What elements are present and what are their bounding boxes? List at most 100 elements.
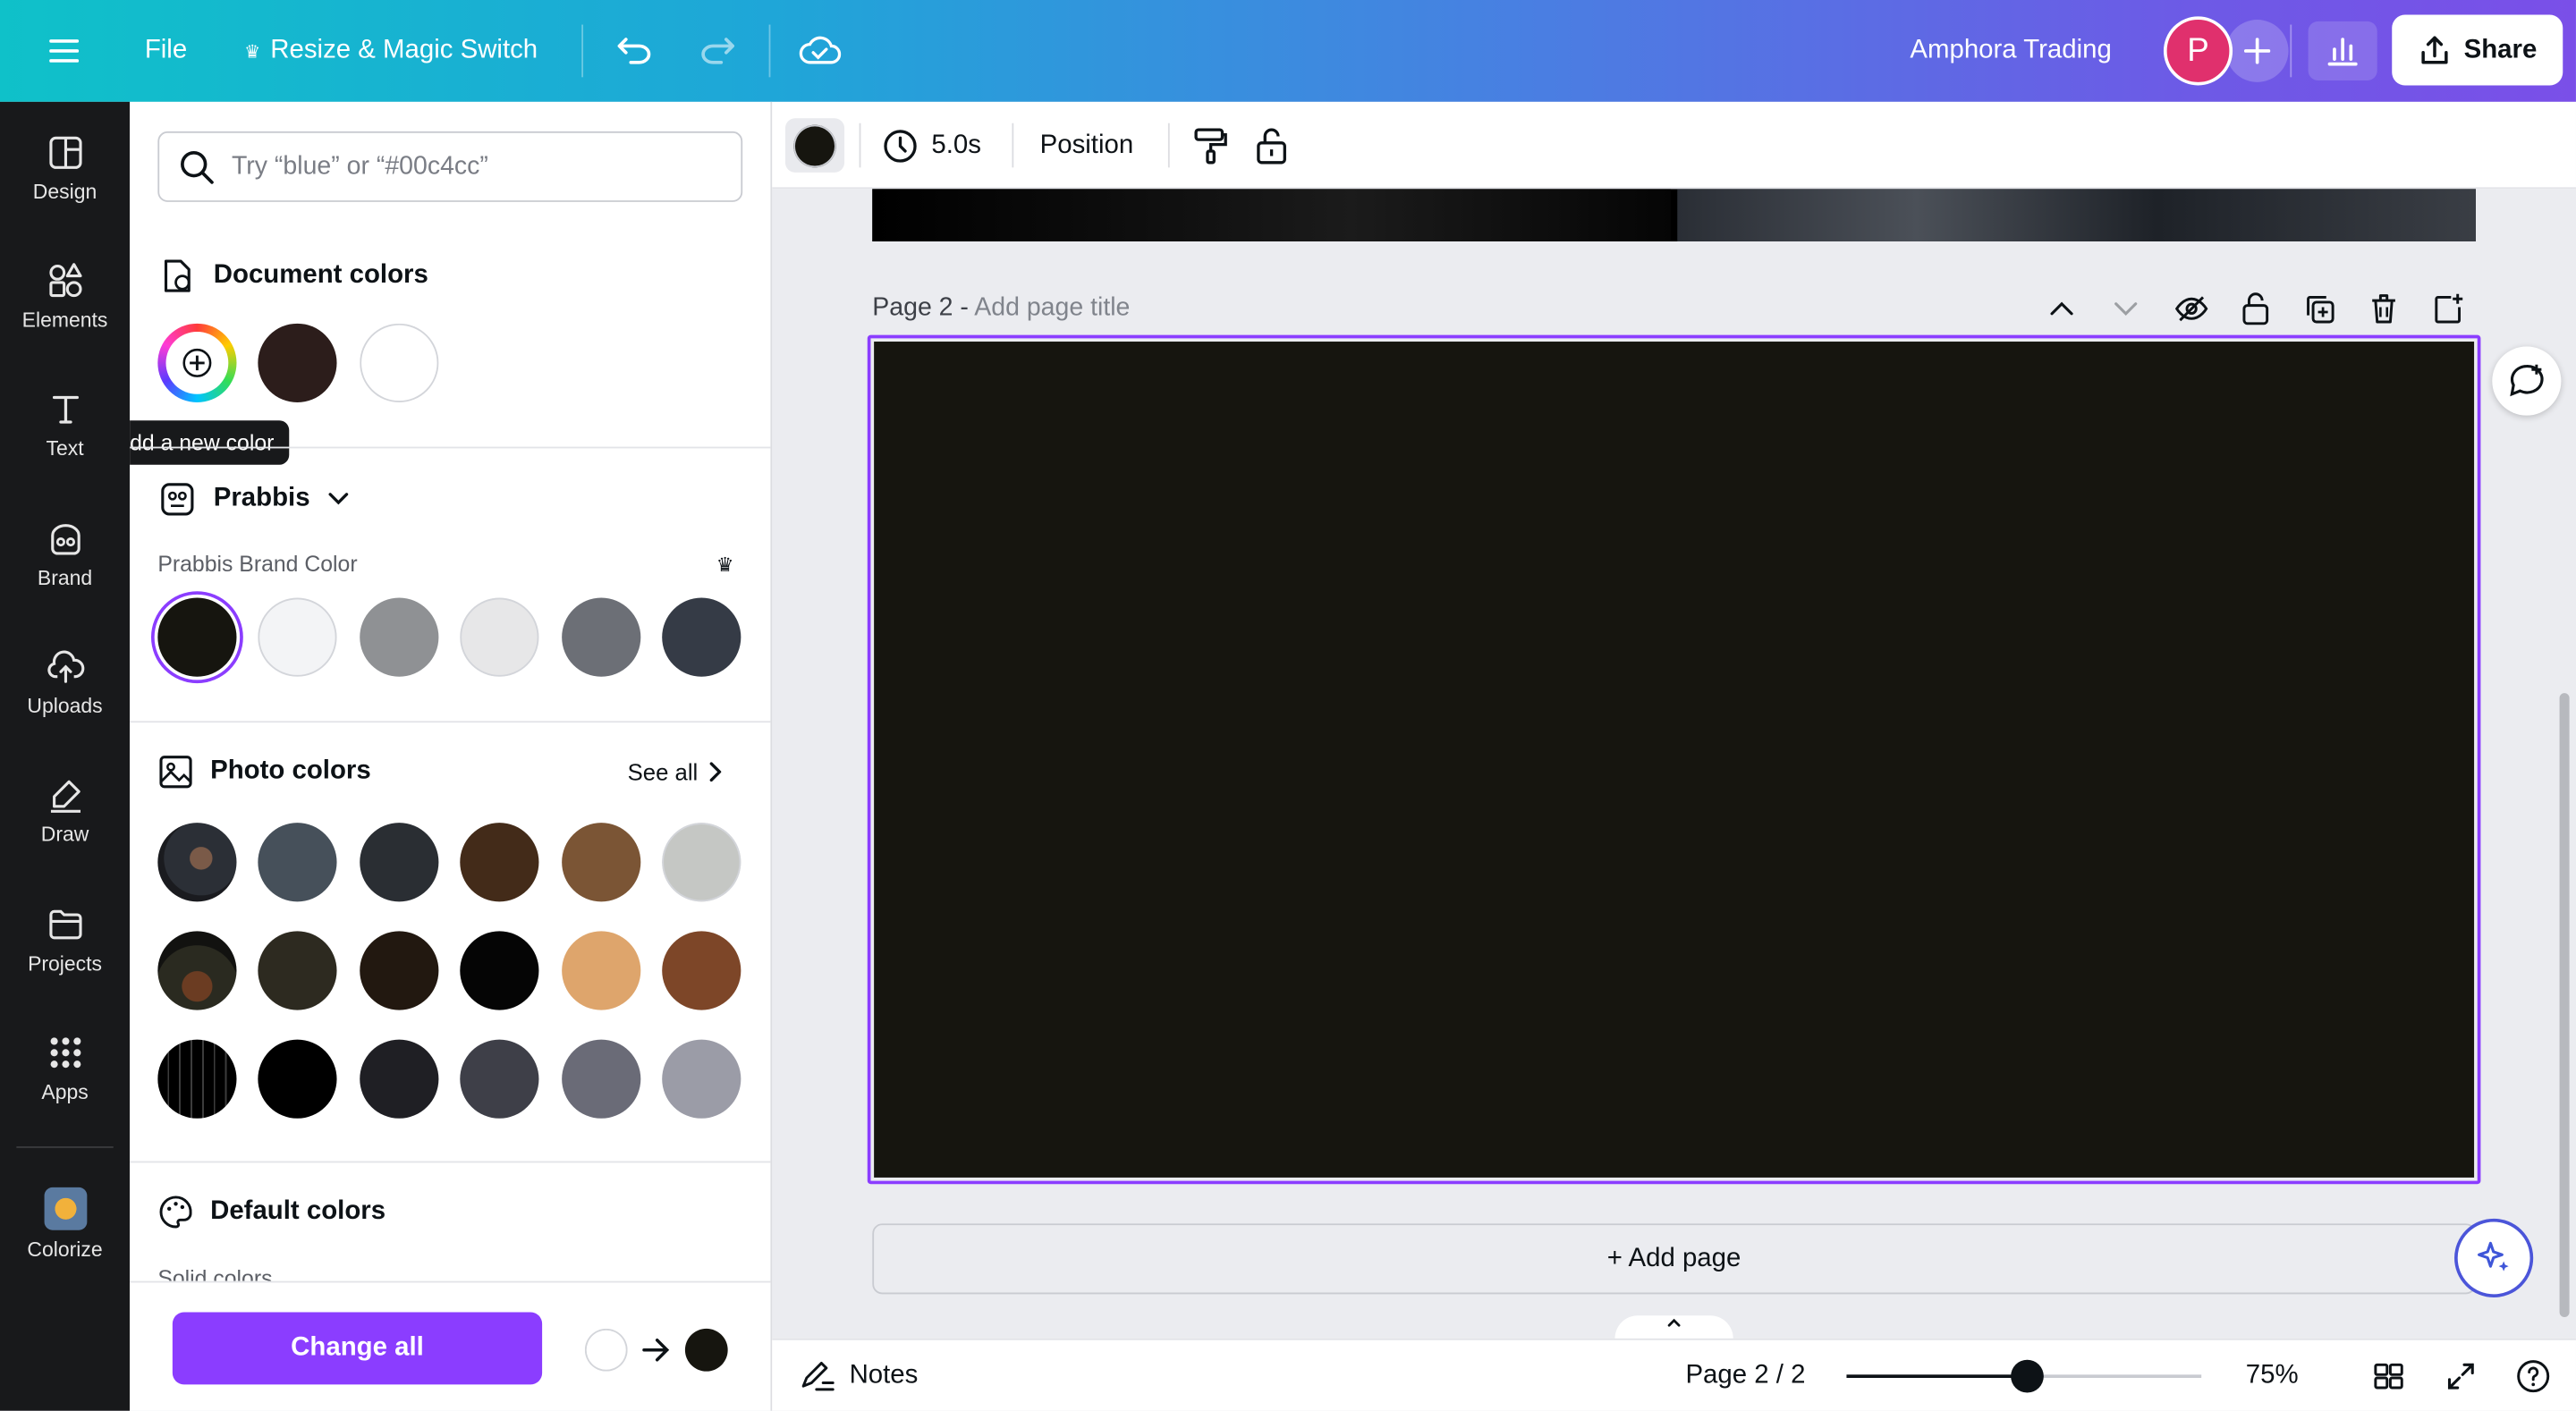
- color-search-input[interactable]: Try “blue” or “#00c4cc”: [157, 131, 743, 202]
- brand-color-swatch[interactable]: [460, 597, 539, 677]
- invite-button[interactable]: [2225, 20, 2289, 82]
- help-button[interactable]: [2515, 1356, 2551, 1396]
- zoom-slider[interactable]: [1846, 1359, 2202, 1393]
- photo-color-swatch[interactable]: [662, 931, 741, 1010]
- page-title-input[interactable]: Add page title: [974, 294, 1130, 322]
- duplicate-icon[interactable]: [2303, 292, 2336, 325]
- left-rail: Design Elements Text Brand Uploads Draw …: [0, 101, 131, 1411]
- rail-item-colorize[interactable]: Colorize: [0, 1166, 130, 1281]
- photo-color-swatch[interactable]: [460, 931, 539, 1010]
- rail-item-elements[interactable]: Elements: [0, 238, 130, 353]
- rail-label: Colorize: [27, 1237, 103, 1261]
- rail-item-projects[interactable]: Projects: [0, 882, 130, 997]
- save-status-button[interactable]: [789, 21, 852, 80]
- photo-thumbnail[interactable]: [157, 1039, 237, 1119]
- document-color-swatch[interactable]: [258, 323, 337, 402]
- grid-view-icon: [2374, 1363, 2403, 1390]
- magic-assistant-button[interactable]: [2454, 1218, 2534, 1297]
- rail-item-draw[interactable]: Draw: [0, 752, 130, 867]
- photo-color-swatch[interactable]: [460, 823, 539, 902]
- photo-color-swatch[interactable]: [662, 1039, 741, 1119]
- undo-button[interactable]: [603, 21, 665, 80]
- background-color-button[interactable]: [784, 118, 845, 173]
- page-2-background[interactable]: [874, 342, 2475, 1178]
- zoom-percent[interactable]: 75%: [2246, 1356, 2299, 1396]
- zoom-slider-handle[interactable]: [2011, 1359, 2045, 1393]
- unlock-icon: [1257, 127, 1286, 164]
- notes-button[interactable]: Notes: [800, 1356, 918, 1396]
- add-page-button[interactable]: + Add page: [872, 1223, 2476, 1295]
- fullscreen-button[interactable]: [2445, 1356, 2478, 1396]
- photo-thumbnail[interactable]: [157, 931, 237, 1010]
- photo-thumbnail[interactable]: [157, 823, 237, 902]
- change-all-button[interactable]: Change all: [172, 1312, 543, 1385]
- brand-color-swatch[interactable]: [258, 597, 337, 677]
- plus-icon: [2243, 38, 2271, 64]
- project-name[interactable]: Amphora Trading: [1883, 21, 2140, 80]
- photo-color-swatch[interactable]: [258, 1039, 337, 1119]
- add-page-icon[interactable]: [2431, 292, 2464, 325]
- chevron-down-icon[interactable]: [2111, 299, 2140, 318]
- duration-button[interactable]: 5.0s: [882, 118, 981, 173]
- photo-color-swatch[interactable]: [460, 1039, 539, 1119]
- lock-page-icon[interactable]: [2241, 291, 2270, 326]
- brand-color-swatch[interactable]: [157, 597, 237, 677]
- photo-color-swatch[interactable]: [562, 1039, 641, 1119]
- copy-style-button[interactable]: [1192, 118, 1228, 173]
- rail-item-design[interactable]: Design: [0, 110, 130, 225]
- resize-magic-switch-button[interactable]: ♛ Resize & Magic Switch: [230, 21, 552, 80]
- add-color-button[interactable]: [157, 323, 237, 402]
- cloud-check-icon: [799, 36, 842, 64]
- brand-color-swatch[interactable]: [360, 597, 439, 677]
- previous-page-preview[interactable]: [872, 189, 2476, 241]
- from-color-swatch: [584, 1328, 628, 1372]
- photo-color-swatch[interactable]: [258, 823, 337, 902]
- chevron-up-icon[interactable]: [2047, 299, 2077, 318]
- redo-button[interactable]: [687, 21, 750, 80]
- share-button[interactable]: Share: [2392, 14, 2563, 86]
- search-icon: [181, 150, 214, 183]
- document-palette-icon: [164, 259, 191, 292]
- brand-color-swatch[interactable]: [662, 597, 741, 677]
- see-all-link[interactable]: See all: [628, 759, 721, 785]
- grid-view-button[interactable]: [2372, 1356, 2405, 1396]
- trash-icon[interactable]: [2369, 292, 2399, 325]
- photo-color-swatch[interactable]: [360, 823, 439, 902]
- position-button[interactable]: Position: [1040, 118, 1134, 173]
- rail-item-apps[interactable]: Apps: [0, 1010, 130, 1126]
- page-indicator[interactable]: Page 2 / 2: [1685, 1356, 1805, 1396]
- canvas-scrollbar[interactable]: [2559, 693, 2570, 1318]
- bar-chart-icon: [2327, 38, 2358, 66]
- resize-label: Resize & Magic Switch: [270, 36, 538, 64]
- photo-color-swatch[interactable]: [562, 931, 641, 1010]
- page-2-frame[interactable]: [867, 334, 2481, 1185]
- brand-kit-name: Prabbis: [213, 484, 310, 513]
- photo-color-swatch[interactable]: [562, 823, 641, 902]
- redo-icon: [701, 38, 735, 64]
- document-color-swatch[interactable]: [360, 323, 439, 402]
- collapse-pages-toggle[interactable]: [1614, 1315, 1733, 1339]
- colorize-icon: [43, 1187, 87, 1229]
- default-colors-header: Default colors: [157, 1194, 386, 1229]
- rail-item-brand[interactable]: Brand: [0, 496, 130, 612]
- rail-item-uploads[interactable]: Uploads: [0, 624, 130, 739]
- hide-eye-icon[interactable]: [2174, 294, 2209, 324]
- chevron-up-icon: [1667, 1318, 1681, 1327]
- brand-kit-selector[interactable]: Prabbis: [157, 479, 349, 519]
- page-indicator-label: Page 2 / 2: [1685, 1361, 1806, 1390]
- rail-item-text[interactable]: Text: [0, 367, 130, 482]
- insights-button[interactable]: [2308, 21, 2377, 80]
- avatar[interactable]: P: [2163, 16, 2233, 86]
- projects-icon: [48, 908, 81, 939]
- brand-color-swatch[interactable]: [562, 597, 641, 677]
- lock-button[interactable]: [1255, 118, 1288, 173]
- notes-label: Notes: [849, 1361, 919, 1390]
- crown-icon: ♛: [244, 41, 261, 62]
- add-comment-button[interactable]: [2492, 346, 2562, 416]
- photo-color-swatch[interactable]: [360, 931, 439, 1010]
- menu-button[interactable]: [33, 21, 96, 80]
- photo-color-swatch[interactable]: [662, 823, 741, 902]
- file-menu-button[interactable]: File: [128, 21, 203, 80]
- photo-color-swatch[interactable]: [360, 1039, 439, 1119]
- photo-color-swatch[interactable]: [258, 931, 337, 1010]
